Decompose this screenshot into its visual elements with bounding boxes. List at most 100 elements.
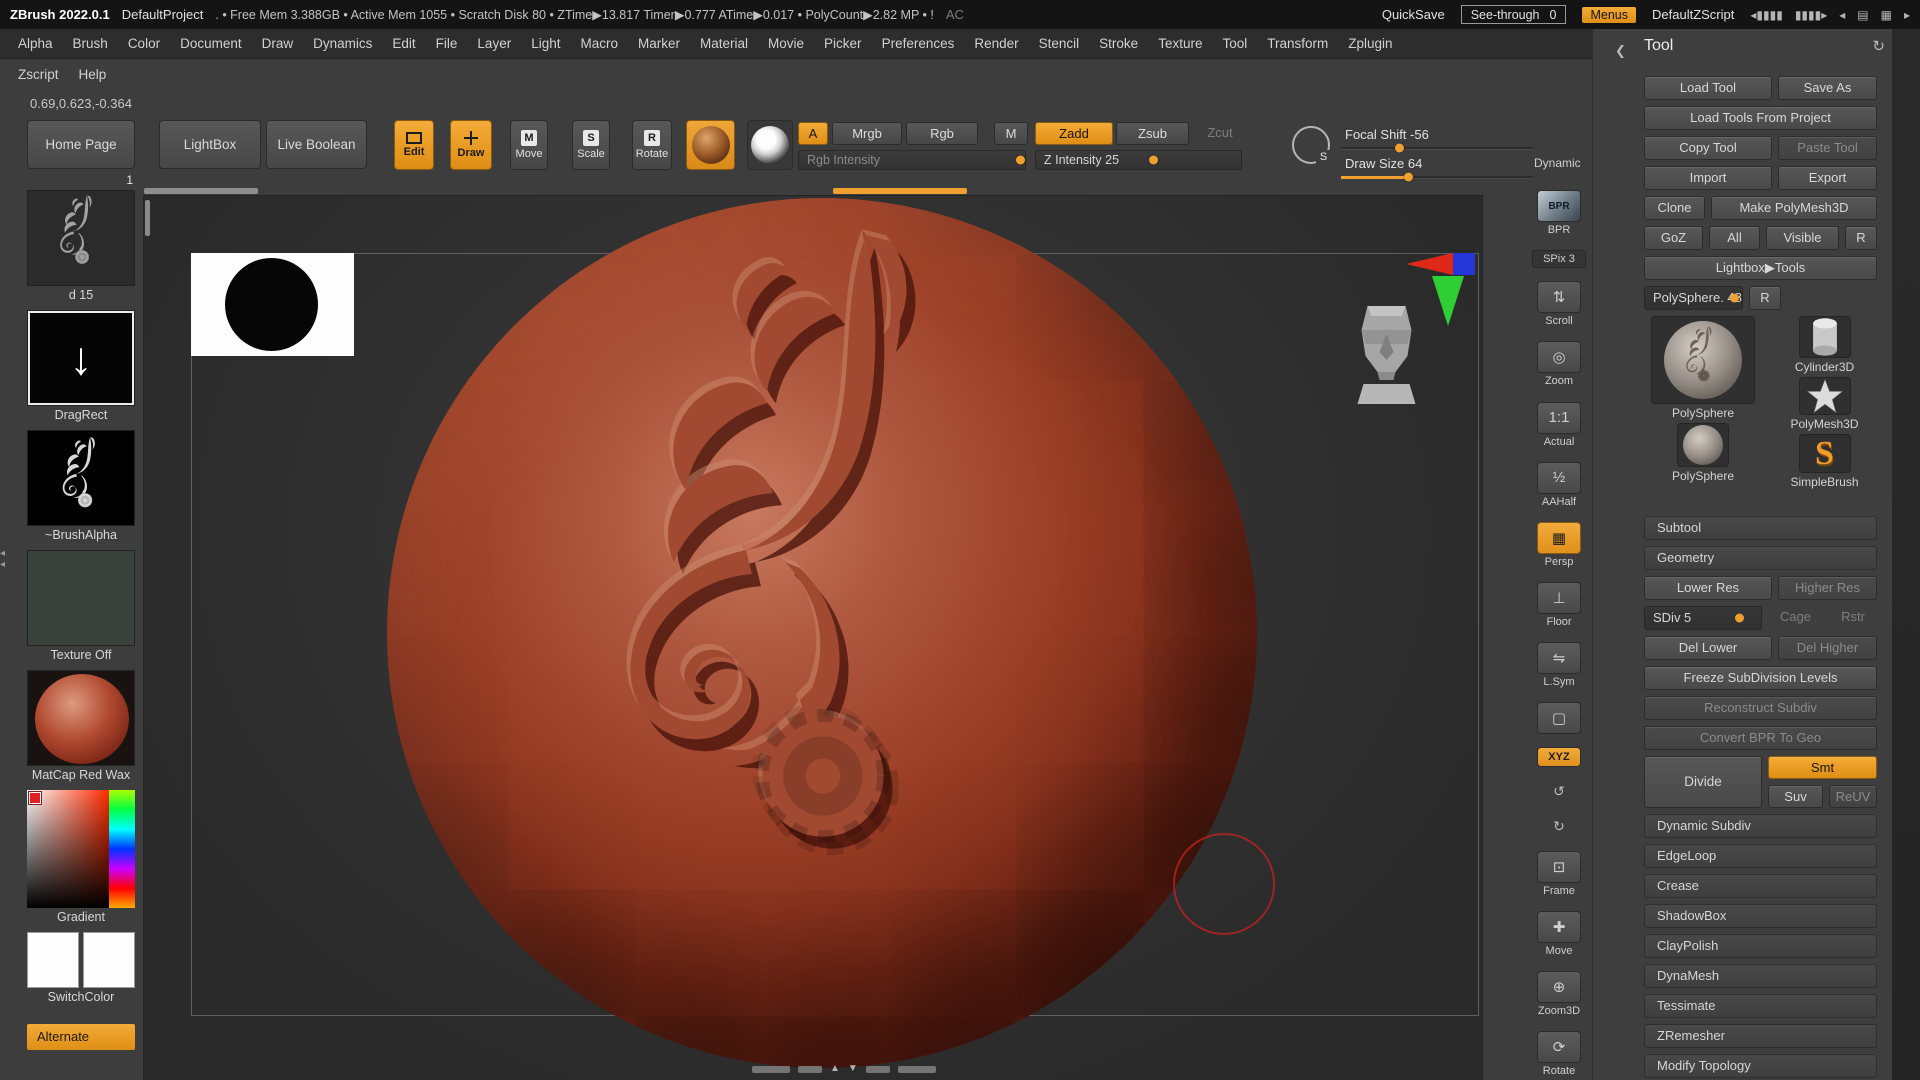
menu-item[interactable]: Zscript (8, 67, 69, 82)
menu-item[interactable]: Preferences (872, 36, 965, 51)
right-shelf-icon[interactable]: ⟳ (1537, 1031, 1581, 1063)
window-control-icon[interactable]: ◂▮▮▮▮ (1750, 8, 1782, 22)
import-button[interactable]: Import (1644, 166, 1772, 190)
lightbox-button[interactable]: LightBox (159, 120, 261, 169)
right-shelf-icon[interactable]: ↺ (1545, 780, 1573, 802)
tool-thumbnail[interactable] (1798, 376, 1851, 416)
stroke-curve-button[interactable]: S (1292, 126, 1331, 165)
lightbox-tools-button[interactable]: Lightbox▶Tools (1644, 256, 1877, 280)
menu-item[interactable]: Edit (382, 36, 425, 51)
slider-handle[interactable] (1735, 613, 1745, 623)
right-shelf-icon[interactable]: BPR (1537, 190, 1581, 222)
tool-thumbnail[interactable] (1677, 423, 1729, 467)
right-shelf-icon[interactable]: ⊡ (1537, 850, 1581, 883)
material-thumbnail[interactable] (27, 670, 135, 766)
right-shelf-button[interactable]: 1:1 Actual (1537, 401, 1581, 449)
secondary-color-swatch[interactable] (83, 932, 135, 988)
scroll-up-icon[interactable]: ▲ (830, 1064, 840, 1074)
material-selector[interactable]: MatCap Red Wax (27, 670, 135, 784)
right-shelf-icon[interactable]: ✚ (1537, 910, 1581, 943)
subtool-section-header[interactable]: Subtool (1644, 516, 1877, 540)
smt-toggle[interactable]: Smt (1768, 756, 1877, 779)
clone-button[interactable]: Clone (1644, 196, 1705, 220)
tool-thumbnail[interactable] (1798, 316, 1851, 358)
draw-button[interactable]: Draw (450, 120, 492, 170)
main-color-swatch[interactable] (27, 932, 79, 988)
rstr-button[interactable]: Rstr (1829, 606, 1877, 630)
brush-thumbnail[interactable] (27, 190, 135, 286)
make-polymesh3d-button[interactable]: Make PolyMesh3D (1711, 196, 1877, 220)
menu-item[interactable]: Zplugin (1338, 36, 1402, 51)
menu-item[interactable]: Help (69, 67, 117, 82)
zadd-button[interactable]: Zadd (1035, 122, 1113, 145)
copy-tool-button[interactable]: Copy Tool (1644, 136, 1772, 160)
load-tool-button[interactable]: Load Tool (1644, 76, 1772, 100)
menu-item[interactable]: Draw (252, 36, 304, 51)
right-shelf-icon[interactable]: ◎ (1537, 341, 1581, 374)
right-shelf-icon[interactable]: ↻ (1545, 816, 1573, 838)
right-shelf-button[interactable]: ½ AAHalf (1537, 461, 1581, 509)
zsub-button[interactable]: Zsub (1116, 122, 1189, 145)
current-material-button[interactable] (686, 120, 735, 170)
window-control-icon[interactable]: ▦ (1881, 8, 1892, 22)
edit-button[interactable]: Edit (394, 120, 434, 170)
menu-item[interactable]: File (426, 36, 468, 51)
alpha-thumbnail[interactable] (27, 430, 135, 526)
right-shelf-button[interactable]: BPR BPR (1537, 190, 1581, 237)
geometry-section-header[interactable]: Geometry (1644, 546, 1877, 570)
dynamic-mode-label[interactable]: Dynamic (1534, 156, 1581, 170)
panel-scrollbar-track[interactable] (1892, 29, 1920, 1080)
right-shelf-button[interactable]: ⊕ Zoom3D (1537, 970, 1581, 1018)
saturation-value-box[interactable] (27, 790, 109, 908)
del-lower-button[interactable]: Del Lower (1644, 636, 1772, 660)
right-shelf-icon[interactable]: ⇅ (1537, 281, 1581, 314)
live-boolean-button[interactable]: Live Boolean (266, 120, 367, 169)
tool-thumbnail[interactable]: S (1798, 434, 1851, 473)
zcut-button[interactable]: Zcut (1198, 122, 1242, 145)
m-button[interactable]: M (994, 122, 1028, 145)
polysphere-mesh[interactable] (387, 198, 1257, 1068)
menu-item[interactable]: Alpha (8, 36, 63, 51)
right-shelf-icon[interactable]: ▢ (1537, 702, 1581, 735)
right-shelf-button[interactable]: ⇋ L.Sym (1537, 642, 1581, 689)
menu-item[interactable]: Document (170, 36, 252, 51)
subpalette-header[interactable]: DynaMesh (1644, 964, 1877, 988)
menu-item[interactable]: Dynamics (303, 36, 382, 51)
menu-item[interactable]: Layer (467, 36, 521, 51)
right-shelf-icon[interactable]: ▦ (1537, 521, 1581, 554)
right-shelf-button[interactable]: ⊡ Frame (1537, 850, 1581, 898)
subpalette-header[interactable]: Modify Topology (1644, 1054, 1877, 1078)
right-shelf-icon[interactable]: 1:1 (1537, 401, 1581, 434)
color-a-button[interactable]: A (798, 122, 828, 145)
menu-item[interactable]: Transform (1257, 36, 1338, 51)
right-shelf-icon[interactable]: ⊕ (1537, 970, 1581, 1003)
shelf-scroll-highlight[interactable] (833, 188, 967, 194)
lower-res-button[interactable]: Lower Res (1644, 576, 1772, 600)
rotate-button[interactable]: R Rotate (632, 120, 672, 170)
draw-size-slider[interactable] (1341, 172, 1533, 182)
goz-visible-button[interactable]: Visible (1766, 226, 1839, 250)
subpalette-header[interactable]: ShadowBox (1644, 904, 1877, 928)
menu-item[interactable]: Material (690, 36, 758, 51)
reset-palette-icon[interactable]: ↻ (1872, 37, 1885, 55)
reconstruct-subdiv-button[interactable]: Reconstruct Subdiv (1644, 696, 1877, 720)
focal-shift-slider[interactable] (1341, 143, 1533, 153)
shelf-scroll-segment[interactable] (144, 188, 258, 194)
canvas-hscroll[interactable]: ▲ ▼ (752, 1064, 936, 1074)
goz-button[interactable]: GoZ (1644, 226, 1703, 250)
scroll-down-icon[interactable]: ▼ (848, 1064, 858, 1074)
right-shelf-button[interactable]: ▢ (1537, 702, 1581, 735)
load-tools-from-project-button[interactable]: Load Tools From Project (1644, 106, 1877, 130)
menu-item[interactable]: Texture (1148, 36, 1212, 51)
slider-handle[interactable] (1394, 143, 1404, 153)
menu-item[interactable]: Stroke (1089, 36, 1148, 51)
menus-toggle-button[interactable]: Menus (1582, 6, 1636, 23)
default-zscript-button[interactable]: DefaultZScript (1652, 7, 1734, 22)
picker-mode-label[interactable]: Gradient (57, 908, 105, 926)
right-shelf-button[interactable]: ⟳ Rotate (1537, 1031, 1581, 1078)
home-page-button[interactable]: Home Page (27, 120, 135, 169)
hue-bar[interactable] (109, 790, 135, 908)
color-picker-area[interactable] (27, 790, 135, 908)
goz-r-button[interactable]: R (1845, 226, 1877, 250)
goz-all-button[interactable]: All (1709, 226, 1760, 250)
